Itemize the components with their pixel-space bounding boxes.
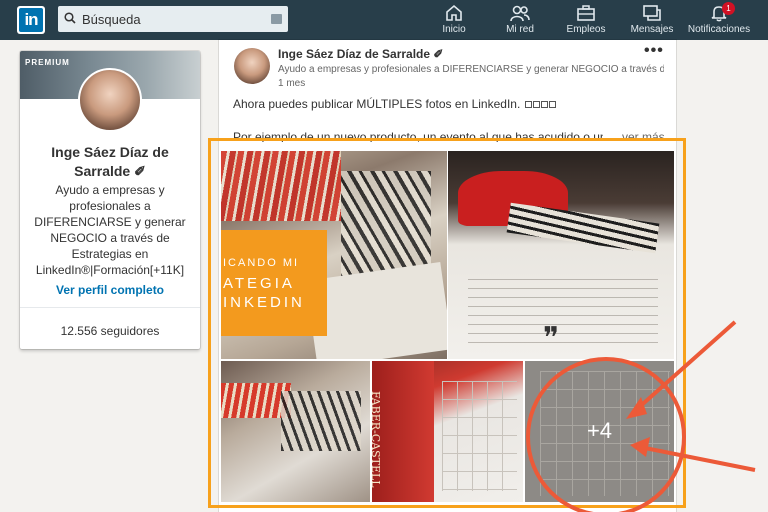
search-placeholder: Búsqueda <box>82 12 141 27</box>
view-profile-link[interactable]: Ver perfil completo <box>30 283 190 297</box>
nav-item-label: Inicio <box>442 24 466 35</box>
post-time: 1 mes <box>278 78 306 89</box>
followers-count[interactable]: 12.556 seguidores <box>30 324 190 338</box>
divider <box>20 307 200 308</box>
briefcase-icon <box>577 5 595 21</box>
linkedin-logo[interactable]: in <box>17 6 45 34</box>
gallery-highlight-frame <box>208 138 686 508</box>
nav-item-notifications[interactable]: 1 Notificaciones <box>685 2 753 35</box>
search-option-icon[interactable] <box>271 14 282 24</box>
notification-badge: 1 <box>722 2 735 15</box>
network-icon <box>510 5 530 22</box>
post-text-line: Ahora puedes publicar MÚLTIPLES fotos en… <box>233 97 556 111</box>
nav-item-label: Mi red <box>506 24 534 35</box>
nav-item-home[interactable]: Inicio <box>421 4 487 35</box>
author-avatar[interactable] <box>234 48 270 84</box>
messages-icon <box>643 5 661 21</box>
profile-name[interactable]: Inge Sáez Díaz de Sarralde ✐ <box>30 143 190 181</box>
profile-avatar[interactable] <box>78 68 142 132</box>
more-options-icon[interactable]: ••• <box>644 42 664 60</box>
profile-card: PREMIUM Inge Sáez Díaz de Sarralde ✐ Ayu… <box>20 51 200 349</box>
top-nav: in Búsqueda Inicio Mi red Empleos Mensaj… <box>0 0 768 40</box>
nav-item-network[interactable]: Mi red <box>487 4 553 35</box>
search-input[interactable]: Búsqueda <box>58 6 288 32</box>
nav-item-messages[interactable]: Mensajes <box>619 4 685 35</box>
nav-item-label: Notificaciones <box>687 24 751 35</box>
author-name[interactable]: Inge Sáez Díaz de Sarralde ✐ <box>278 47 443 61</box>
nav-item-label: Mensajes <box>630 24 674 35</box>
premium-label: PREMIUM <box>25 58 70 67</box>
nav-item-jobs[interactable]: Empleos <box>553 4 619 35</box>
profile-headline: Ayudo a empresas y profesionales a DIFER… <box>34 183 186 277</box>
home-icon <box>446 4 462 21</box>
author-headline: Ayudo a empresas y profesionales a DIFER… <box>278 64 664 75</box>
search-icon <box>64 12 76 24</box>
nav-item-label: Empleos <box>566 24 606 35</box>
